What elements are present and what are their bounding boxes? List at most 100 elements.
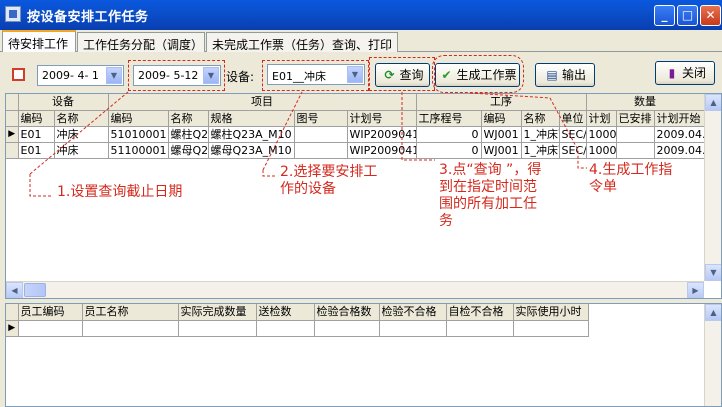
table-cell[interactable]: 1000 bbox=[586, 126, 617, 143]
app-icon bbox=[5, 6, 21, 22]
table-cell[interactable] bbox=[294, 142, 348, 159]
col-header[interactable]: 名称 bbox=[521, 110, 560, 127]
start-date-picker[interactable]: 2009- 4- 1 ▼ bbox=[37, 65, 124, 86]
chevron-down-icon[interactable]: ▼ bbox=[106, 67, 122, 84]
table-cell[interactable]: E01 bbox=[18, 142, 55, 159]
col-header[interactable]: 单位 bbox=[559, 110, 587, 127]
table-cell[interactable] bbox=[314, 320, 380, 337]
table-cell[interactable]: WIP2009041 bbox=[347, 126, 417, 143]
col-header[interactable]: 工序程号 bbox=[416, 110, 482, 127]
table-row[interactable]: ▶ E01 冲床 51010001 螺柱Q2 螺柱Q23A_M10 WIP200… bbox=[6, 126, 705, 143]
tab-task-assignment[interactable]: 工作任务分配（调度） bbox=[77, 32, 205, 52]
scroll-down-icon[interactable]: ▼ bbox=[705, 264, 721, 281]
table-cell[interactable]: 2009.04. bbox=[654, 142, 705, 159]
table-cell[interactable]: 0 bbox=[416, 126, 482, 143]
table-cell[interactable] bbox=[616, 142, 655, 159]
table-cell[interactable] bbox=[513, 320, 589, 337]
col-header[interactable]: 编码 bbox=[108, 110, 169, 127]
table-cell[interactable]: WJ001 bbox=[481, 126, 522, 143]
col-header[interactable]: 计划开始 bbox=[654, 110, 705, 127]
table-row[interactable]: ▶ bbox=[6, 320, 589, 337]
table-row[interactable]: E01 冲床 51100001 螺母Q2 螺母Q23A_M10 WIP20090… bbox=[6, 142, 705, 159]
table-cell[interactable]: 1_冲床下 bbox=[521, 142, 560, 159]
vertical-scrollbar[interactable]: ▲ ▼ bbox=[704, 94, 721, 281]
task-table: 设备 项目 工序 数量 编码 名称 编码 名称 规格 图号 计划号 工序程号 编… bbox=[6, 94, 705, 159]
table-cell[interactable]: 螺柱Q2 bbox=[168, 126, 209, 143]
table-cell[interactable] bbox=[178, 320, 257, 337]
col-header[interactable]: 编码 bbox=[481, 110, 522, 127]
col-header[interactable]: 计划 bbox=[586, 110, 617, 127]
row-pointer-icon: ▶ bbox=[6, 126, 19, 143]
col-header[interactable]: 图号 bbox=[294, 110, 348, 127]
table-cell[interactable]: 螺母Q23A_M10 bbox=[208, 142, 295, 159]
col-header[interactable]: 员工名称 bbox=[82, 304, 179, 321]
close-button[interactable]: ▮ 关闭 bbox=[655, 61, 715, 85]
table-cell[interactable]: WIP2009041 bbox=[347, 142, 417, 159]
table-cell[interactable]: 螺柱Q23A_M10 bbox=[208, 126, 295, 143]
export-icon: ▤ bbox=[546, 68, 558, 82]
table-cell[interactable]: 冲床 bbox=[54, 142, 109, 159]
table-cell[interactable]: 2009.04. bbox=[654, 126, 705, 143]
col-header[interactable]: 员工编码 bbox=[18, 304, 83, 321]
scroll-up-icon[interactable]: ▲ bbox=[705, 304, 721, 321]
scroll-thumb[interactable] bbox=[24, 283, 46, 297]
table-cell[interactable] bbox=[616, 126, 655, 143]
scroll-up-icon[interactable]: ▲ bbox=[705, 94, 721, 111]
col-header[interactable]: 计划号 bbox=[347, 110, 417, 127]
col-header[interactable]: 自检不合格 bbox=[446, 304, 514, 321]
tab-unfinished-query[interactable]: 未完成工作票（任务）查询、打印 bbox=[206, 32, 398, 52]
col-header[interactable]: 实际使用小时 bbox=[513, 304, 589, 321]
annotation-box-device bbox=[262, 60, 369, 91]
col-header[interactable]: 送检数 bbox=[256, 304, 315, 321]
table-cell[interactable]: SEC/ bbox=[559, 142, 587, 159]
table-cell[interactable] bbox=[82, 320, 179, 337]
tab-pending-work[interactable]: 待安排工作 bbox=[2, 30, 76, 53]
vertical-scrollbar[interactable]: ▲ bbox=[704, 304, 721, 406]
table-cell[interactable]: 51100001 bbox=[108, 142, 169, 159]
col-header[interactable]: 规格 bbox=[208, 110, 295, 127]
table-cell[interactable]: 1000 bbox=[586, 142, 617, 159]
col-header[interactable]: 实际完成数量 bbox=[178, 304, 257, 321]
col-header[interactable]: 编码 bbox=[18, 110, 55, 127]
table-cell[interactable]: 冲床 bbox=[54, 126, 109, 143]
table-cell[interactable]: WJ001 bbox=[481, 142, 522, 159]
annotation-step-3: 3.点“查询 ”，得到在指定时间范围的所有加工任务 bbox=[437, 160, 547, 254]
close-button-label: 关闭 bbox=[681, 66, 706, 80]
table-cell[interactable] bbox=[256, 320, 315, 337]
staff-grid[interactable]: 员工编码 员工名称 实际完成数量 送检数 检验合格数 检验不合格 自检不合格 实… bbox=[5, 303, 722, 407]
col-header[interactable]: 名称 bbox=[54, 110, 109, 127]
table-cell[interactable]: 螺母Q2 bbox=[168, 142, 209, 159]
col-header[interactable]: 已安排 bbox=[616, 110, 655, 127]
group-header-project: 项目 bbox=[108, 94, 417, 111]
scroll-right-icon[interactable]: ▶ bbox=[687, 282, 704, 298]
group-header-row: 设备 项目 工序 数量 bbox=[6, 94, 705, 111]
col-header[interactable]: 名称 bbox=[168, 110, 209, 127]
annotation-step-1: 1.设置查询截止日期 bbox=[55, 182, 190, 222]
device-label: 设备: bbox=[226, 70, 255, 84]
scroll-left-icon[interactable]: ◀ bbox=[6, 282, 23, 298]
close-window-button[interactable]: ✕ bbox=[700, 5, 721, 26]
minimize-button[interactable]: _ bbox=[654, 5, 675, 26]
annotation-step-2: 2.选择要安排工作的设备 bbox=[278, 162, 384, 212]
maximize-button[interactable]: □ bbox=[677, 5, 698, 26]
table-cell[interactable] bbox=[18, 320, 83, 337]
table-cell[interactable] bbox=[446, 320, 514, 337]
start-date-value: 2009- 4- 1 bbox=[42, 69, 99, 82]
table-cell[interactable]: 1_冲床下 bbox=[521, 126, 560, 143]
table-cell[interactable] bbox=[379, 320, 447, 337]
annotation-box-end-date bbox=[128, 60, 225, 91]
export-button[interactable]: ▤ 输出 bbox=[535, 63, 595, 87]
table-cell[interactable]: E01 bbox=[18, 126, 55, 143]
table-cell[interactable]: 0 bbox=[416, 142, 482, 159]
col-header[interactable]: 检验合格数 bbox=[314, 304, 380, 321]
col-header[interactable]: 检验不合格 bbox=[379, 304, 447, 321]
table-cell[interactable] bbox=[294, 126, 348, 143]
group-header-device: 设备 bbox=[18, 94, 109, 111]
row-pointer-icon: ▶ bbox=[6, 320, 19, 337]
horizontal-scrollbar[interactable]: ◀ ▶ bbox=[6, 281, 704, 298]
table-cell[interactable]: 51010001 bbox=[108, 126, 169, 143]
group-header-process: 工序 bbox=[416, 94, 587, 111]
date-filter-checkbox[interactable] bbox=[12, 68, 25, 81]
export-button-label: 输出 bbox=[561, 68, 586, 82]
table-cell[interactable]: SEC/ bbox=[559, 126, 587, 143]
